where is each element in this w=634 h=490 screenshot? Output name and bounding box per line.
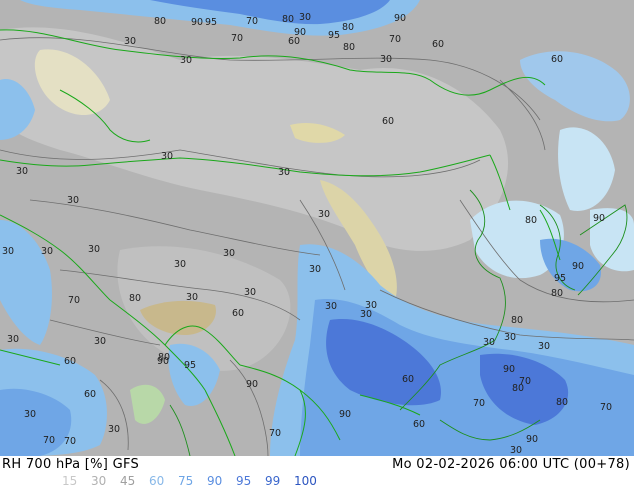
contour-label: 70 bbox=[68, 295, 80, 306]
contour-label: 95 bbox=[205, 17, 217, 28]
map-title: RH 700 hPa [%] GFS bbox=[2, 457, 140, 472]
contour-label: 80 bbox=[556, 397, 568, 408]
legend-value-90: 90 bbox=[207, 474, 223, 488]
contour-label: 60 bbox=[551, 54, 563, 65]
valid-time: Mo 02-02-2026 06:00 UTC (00+78) bbox=[392, 457, 630, 472]
contour-label: 70 bbox=[43, 435, 55, 446]
contour-label: 30 bbox=[360, 309, 372, 320]
legend-value-95: 95 bbox=[236, 474, 252, 488]
legend-value-60: 60 bbox=[149, 474, 165, 488]
contour-label: 60 bbox=[84, 389, 96, 400]
contour-label: 30 bbox=[180, 55, 192, 66]
contour-label: 30 bbox=[24, 409, 36, 420]
contour-label: 30 bbox=[7, 334, 19, 345]
contour-label: 30 bbox=[483, 337, 495, 348]
contour-label: 90 bbox=[246, 379, 258, 390]
contour-label: 30 bbox=[244, 287, 256, 298]
legend-value-99: 99 bbox=[265, 474, 281, 488]
contour-label: 80 bbox=[129, 293, 141, 304]
contour-label: 70 bbox=[269, 428, 281, 439]
contour-label: 30 bbox=[124, 36, 136, 47]
contour-label: 30 bbox=[309, 264, 321, 275]
legend-value-45: 45 bbox=[120, 474, 136, 488]
legend-value-100: 100 bbox=[294, 474, 317, 488]
contour-label: 60 bbox=[432, 39, 444, 50]
footer-bar: RH 700 hPa [%] GFS Mo 02-02-2026 06:00 U… bbox=[0, 456, 634, 490]
contour-label: 95 bbox=[328, 30, 340, 41]
contour-label: 30 bbox=[278, 167, 290, 178]
contour-label: 30 bbox=[16, 166, 28, 177]
contour-label: 30 bbox=[380, 54, 392, 65]
contour-label: 90 bbox=[157, 356, 169, 367]
contour-label: 70 bbox=[231, 33, 243, 44]
contour-label: 70 bbox=[473, 398, 485, 409]
rh-map: 80 90 95 70 80 30809030 70 6090 956080706030 3060… bbox=[0, 0, 634, 456]
contour-label: 60 bbox=[402, 374, 414, 385]
contour-label: 90 bbox=[526, 434, 538, 445]
contour-label: 30 bbox=[108, 424, 120, 435]
contour-label: 95 bbox=[554, 273, 566, 284]
contour-label: 80 bbox=[551, 288, 563, 299]
legend-value-75: 75 bbox=[178, 474, 194, 488]
contour-label: 90 bbox=[191, 17, 203, 28]
contour-label: 90 bbox=[503, 364, 515, 375]
contour-label: 70 bbox=[389, 34, 401, 45]
contour-label: 30 bbox=[94, 336, 106, 347]
legend-value-15: 15 bbox=[62, 474, 78, 488]
contour-label: 90 bbox=[394, 13, 406, 24]
contour-label: 60 bbox=[382, 116, 394, 127]
contour-label: 60 bbox=[232, 308, 244, 319]
legend-value-30: 30 bbox=[91, 474, 107, 488]
contour-label: 90 bbox=[593, 213, 605, 224]
contour-label: 90 bbox=[294, 27, 306, 38]
contour-label: 30 bbox=[67, 195, 79, 206]
contour-label: 60 bbox=[64, 356, 76, 367]
contour-label: 30 bbox=[41, 246, 53, 257]
contour-label: 30 bbox=[88, 244, 100, 255]
contour-label: 95 bbox=[184, 360, 196, 371]
contour-label: 30 bbox=[325, 301, 337, 312]
contour-label: 80 bbox=[343, 42, 355, 53]
contour-label: 70 bbox=[64, 436, 76, 447]
contour-label: 60 bbox=[413, 419, 425, 430]
contour-label: 90 bbox=[339, 409, 351, 420]
contour-label: 30 bbox=[161, 151, 173, 162]
contour-label: 80 bbox=[282, 14, 294, 25]
contour-label: 80 bbox=[154, 16, 166, 27]
contour-label: 30 bbox=[538, 341, 550, 352]
contour-label: 70 bbox=[600, 402, 612, 413]
contour-label: 30 bbox=[318, 209, 330, 220]
contour-label: 80 bbox=[342, 22, 354, 33]
contour-label: 30 bbox=[510, 445, 522, 456]
contour-label: 80 bbox=[525, 215, 537, 226]
contour-label: 30 bbox=[504, 332, 516, 343]
contour-label: 30 bbox=[174, 259, 186, 270]
contour-label: 90 bbox=[572, 261, 584, 272]
contour-label: 80 bbox=[511, 315, 523, 326]
contour-label: 30 bbox=[299, 12, 311, 23]
contour-label: 30 bbox=[2, 246, 14, 257]
map-figure: 80 90 95 70 80 30 80 90 30 70 60 90 95 60 80 70 60 30 30 60… bbox=[0, 0, 634, 490]
contour-label: 30 bbox=[186, 292, 198, 303]
contour-label: 70 bbox=[519, 376, 531, 387]
contour-label: 30 bbox=[223, 248, 235, 259]
contour-label: 70 bbox=[246, 16, 258, 27]
color-legend: 15 30 45 60 75 90 95 99 100 bbox=[62, 474, 323, 488]
